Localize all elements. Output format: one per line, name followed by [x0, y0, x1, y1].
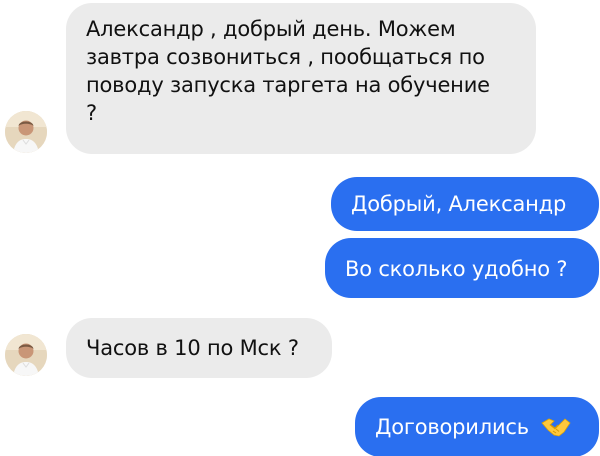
outgoing-message-bubble[interactable]: Договорились	[355, 397, 599, 456]
outgoing-message-bubble[interactable]: Добрый, Александр	[331, 177, 599, 231]
message-text: Договорились	[375, 415, 529, 439]
avatar-photo-icon	[5, 111, 47, 153]
contact-avatar[interactable]	[5, 334, 47, 376]
outgoing-message-bubble[interactable]: Во сколько удобно ?	[325, 238, 599, 298]
message-text-line: завтра созвониться , пообщаться по	[86, 45, 485, 69]
message-text: Часов в 10 по Мск ?	[86, 336, 299, 360]
message-text-line: ?	[86, 101, 97, 125]
chat-thread: Александр , добрый день. Можем завтра со…	[0, 0, 600, 456]
message-text-line: Александр , добрый день. Можем	[86, 17, 456, 41]
contact-avatar[interactable]	[5, 111, 47, 153]
message-text: Во сколько удобно ?	[345, 257, 568, 281]
message-text: Добрый, Александр	[351, 192, 567, 216]
avatar-photo-icon	[5, 334, 47, 376]
message-text-line: поводу запуска таргета на обучение	[86, 73, 490, 97]
incoming-message-bubble[interactable]: Часов в 10 по Мск ?	[66, 318, 332, 378]
incoming-message-bubble[interactable]: Александр , добрый день. Можем завтра со…	[66, 3, 536, 154]
handshake-icon	[541, 416, 571, 445]
